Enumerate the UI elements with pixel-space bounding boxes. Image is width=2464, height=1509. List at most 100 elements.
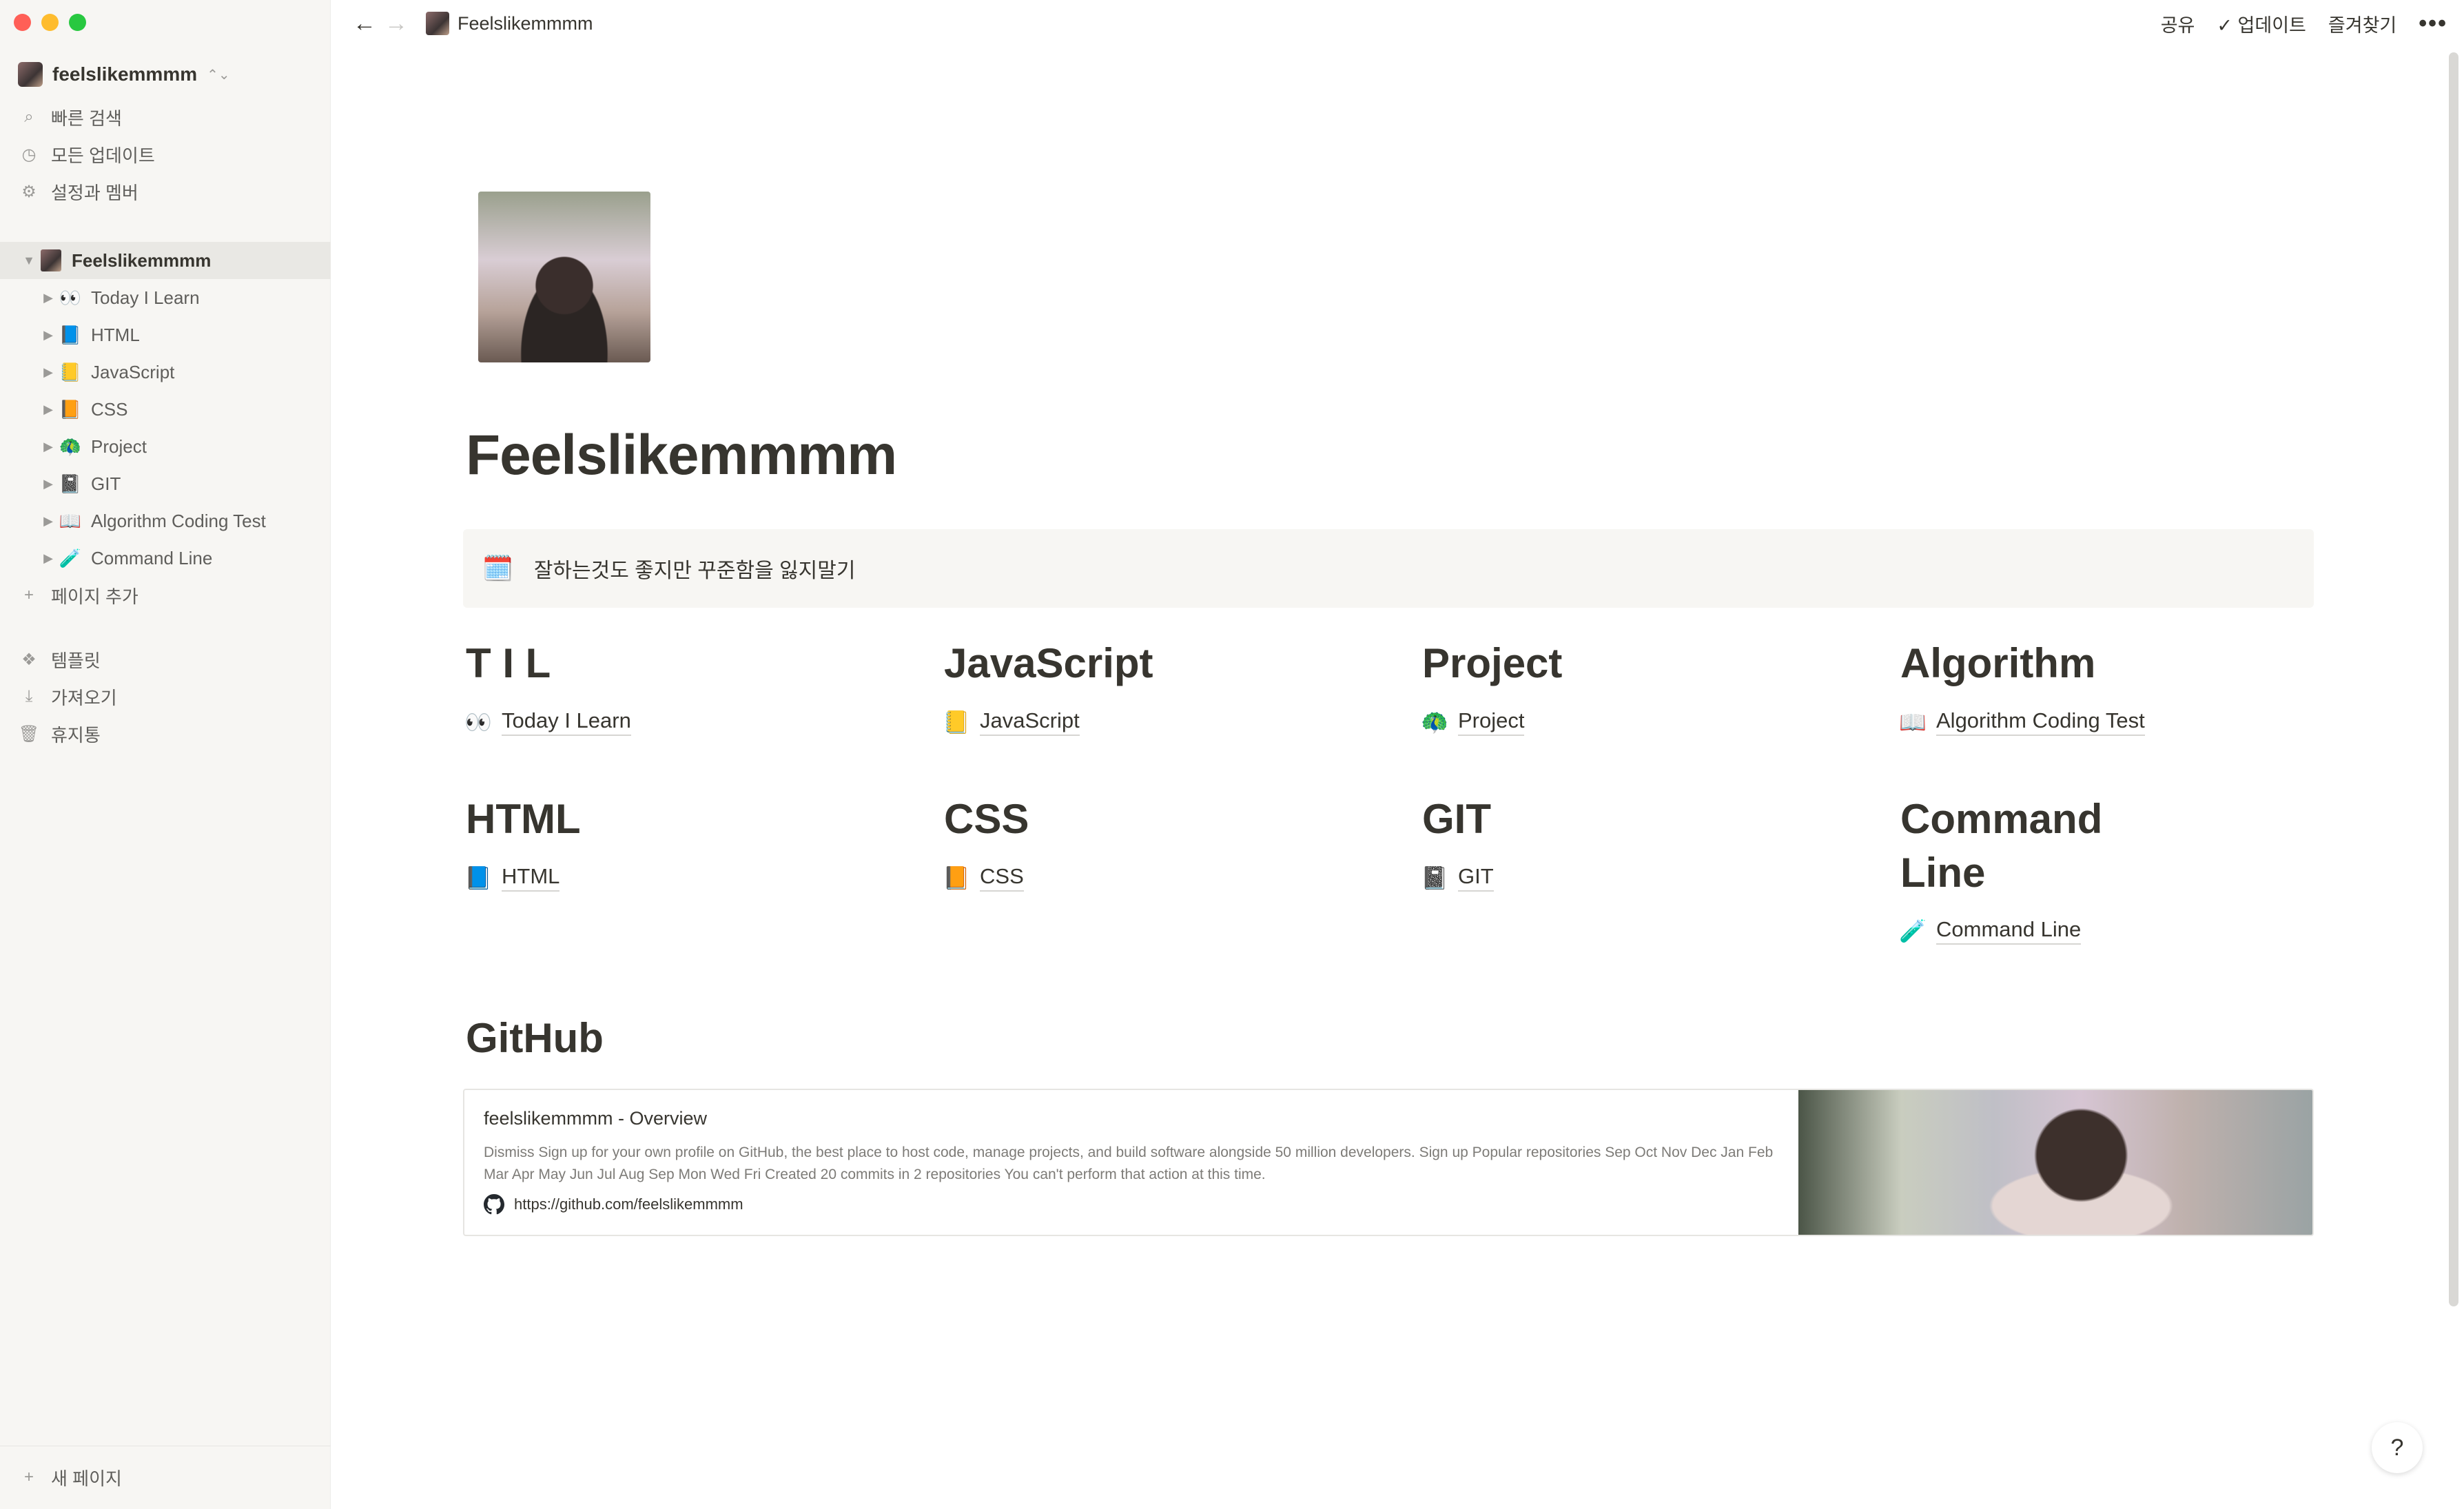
- clock-icon: ◷: [21, 145, 37, 164]
- expand-right-icon[interactable]: ▶: [39, 477, 58, 491]
- page-link-css[interactable]: 📙 CSS: [941, 864, 1024, 892]
- column-heading: Algorithm: [1900, 640, 2096, 686]
- share-button[interactable]: 공유: [2161, 10, 2195, 37]
- expand-right-icon[interactable]: ▶: [39, 328, 58, 342]
- expand-right-icon[interactable]: ▶: [39, 551, 58, 566]
- notebook-icon: 📓: [59, 473, 82, 494]
- workspace-avatar: [18, 62, 43, 87]
- page-link-label: Today I Learn: [502, 708, 631, 736]
- page-link-javascript[interactable]: 📒 JavaScript: [941, 708, 1080, 736]
- callout-block[interactable]: 🗓️ 잘하는것도 좋지만 꾸준함을 잃지말기: [463, 529, 2314, 608]
- sidebar-item-label: JavaScript: [91, 361, 175, 382]
- favorite-button[interactable]: 즐겨찾기: [2328, 10, 2396, 37]
- open-book-icon: 📖: [1899, 710, 1927, 735]
- sidebar-item-project[interactable]: ▶ 🦚 Project: [0, 428, 331, 465]
- page-link-today-i-learn[interactable]: 👀 Today I Learn: [463, 708, 631, 736]
- close-window-button[interactable]: [14, 14, 31, 31]
- sidebar-item-label: GIT: [91, 473, 121, 494]
- orange-book-icon: 📙: [59, 398, 82, 420]
- test-tube-icon: 🧪: [59, 547, 82, 568]
- page-title[interactable]: Feelslikemmmm: [466, 423, 897, 488]
- column-heading: JavaScript: [944, 640, 1153, 686]
- forward-arrow-icon[interactable]: →: [380, 10, 412, 37]
- eyes-icon: 👀: [464, 710, 492, 735]
- expand-right-icon[interactable]: ▶: [39, 291, 58, 305]
- sidebar-item-import[interactable]: ⤓ 가져오기: [0, 678, 331, 715]
- new-page-button[interactable]: + 새 페이지: [0, 1459, 331, 1496]
- sidebar-item-html[interactable]: ▶ 📘 HTML: [0, 316, 331, 353]
- ledger-icon: 📒: [943, 710, 970, 735]
- breadcrumb[interactable]: Feelslikemmmm: [458, 13, 593, 34]
- eyes-icon: 👀: [59, 287, 82, 308]
- help-button[interactable]: ?: [2372, 1422, 2423, 1473]
- orange-book-icon: 📙: [943, 865, 970, 890]
- sidebar-item-label: Project: [91, 435, 147, 457]
- column-heading: CSS: [944, 796, 1029, 842]
- page-link-command-line[interactable]: 🧪 Command Line: [1898, 917, 2082, 945]
- sidebar-item-today-i-learn[interactable]: ▶ 👀 Today I Learn: [0, 279, 331, 316]
- expand-right-icon[interactable]: ▶: [39, 440, 58, 454]
- zoom-window-button[interactable]: [69, 14, 86, 31]
- ledger-icon: 📒: [59, 361, 82, 382]
- sidebar-item-label: 새 페이지: [51, 1468, 122, 1489]
- chevron-updown-icon: ⌃⌄: [207, 67, 230, 83]
- sidebar-item-javascript[interactable]: ▶ 📒 JavaScript: [0, 353, 331, 391]
- expand-right-icon[interactable]: ▶: [39, 514, 58, 528]
- sidebar-item-root-page[interactable]: ▼ Feelslikemmmm: [0, 242, 331, 279]
- sidebar: feelslikemmmm ⌃⌄ ⌕ 빠른 검색 ◷ 모든 업데이트 ⚙ 설정과…: [0, 0, 331, 1509]
- plus-icon: +: [23, 586, 34, 604]
- more-options-icon[interactable]: •••: [2419, 10, 2447, 37]
- sidebar-item-css[interactable]: ▶ 📙 CSS: [0, 391, 331, 428]
- sidebar-item-label: 페이지 추가: [51, 586, 138, 607]
- sidebar-item-trash[interactable]: 🗑 휴지통: [0, 715, 331, 752]
- expand-right-icon[interactable]: ▶: [39, 402, 58, 417]
- sidebar-item-label: HTML: [91, 324, 140, 345]
- trash-icon: 🗑: [18, 724, 40, 743]
- calendar-icon: 🗓️: [482, 554, 513, 582]
- sidebar-item-all-updates[interactable]: ◷ 모든 업데이트: [0, 136, 331, 173]
- page-icon-photo[interactable]: [478, 192, 650, 362]
- blue-book-icon: 📘: [59, 324, 82, 345]
- search-icon: ⌕: [24, 107, 34, 126]
- sidebar-item-label: Today I Learn: [91, 287, 200, 308]
- sidebar-item-label: 휴지통: [51, 724, 101, 746]
- bookmark-thumbnail: [1798, 1090, 2312, 1235]
- minimize-window-button[interactable]: [41, 14, 59, 31]
- column-heading: T I L: [466, 640, 551, 686]
- page-link-label: Command Line: [1936, 917, 2082, 945]
- page-link-label: GIT: [1458, 864, 1494, 892]
- peacock-icon: 🦚: [59, 435, 82, 457]
- gear-icon: ⚙: [21, 182, 37, 201]
- callout-text: 잘하는것도 좋지만 꾸준함을 잃지말기: [533, 560, 856, 582]
- workspace-switcher[interactable]: feelslikemmmm ⌃⌄: [18, 59, 230, 90]
- column-heading: Command Line: [1900, 796, 2103, 896]
- sidebar-item-label: 템플릿: [51, 650, 101, 671]
- column-heading: GIT: [1422, 796, 1491, 842]
- updates-button[interactable]: ✓ 업데이트: [2217, 10, 2306, 37]
- page-icon: [41, 249, 61, 271]
- sidebar-item-algorithm[interactable]: ▶ 📖 Algorithm Coding Test: [0, 502, 331, 540]
- page-link-algorithm[interactable]: 📖 Algorithm Coding Test: [1898, 708, 2145, 736]
- sidebar-item-label: CSS: [91, 398, 128, 420]
- page-link-label: Algorithm Coding Test: [1936, 708, 2145, 736]
- sidebar-item-git[interactable]: ▶ 📓 GIT: [0, 465, 331, 502]
- page-link-label: HTML: [502, 864, 560, 892]
- plus-icon: +: [23, 1468, 34, 1486]
- github-icon: [484, 1194, 504, 1215]
- expand-right-icon[interactable]: ▶: [39, 365, 58, 380]
- expand-down-icon[interactable]: ▼: [19, 254, 39, 268]
- sidebar-item-templates[interactable]: ❖ 템플릿: [0, 641, 331, 678]
- page-link-html[interactable]: 📘 HTML: [463, 864, 560, 892]
- add-page-button[interactable]: + 페이지 추가: [0, 577, 331, 614]
- sidebar-item-label: Command Line: [91, 547, 213, 568]
- sidebar-item-settings[interactable]: ⚙ 설정과 멤버: [0, 173, 331, 210]
- page-link-project[interactable]: 🦚 Project: [1419, 708, 1525, 736]
- peacock-icon: 🦚: [1421, 710, 1448, 735]
- back-arrow-icon[interactable]: ←: [349, 10, 380, 37]
- sidebar-item-label: Algorithm Coding Test: [91, 510, 266, 531]
- github-bookmark[interactable]: feelslikemmmm - Overview Dismiss Sign up…: [463, 1089, 2314, 1236]
- sidebar-item-quick-search[interactable]: ⌕ 빠른 검색: [0, 99, 331, 136]
- column-heading: Project: [1422, 640, 1563, 686]
- page-link-git[interactable]: 📓 GIT: [1419, 864, 1494, 892]
- sidebar-item-command-line[interactable]: ▶ 🧪 Command Line: [0, 540, 331, 577]
